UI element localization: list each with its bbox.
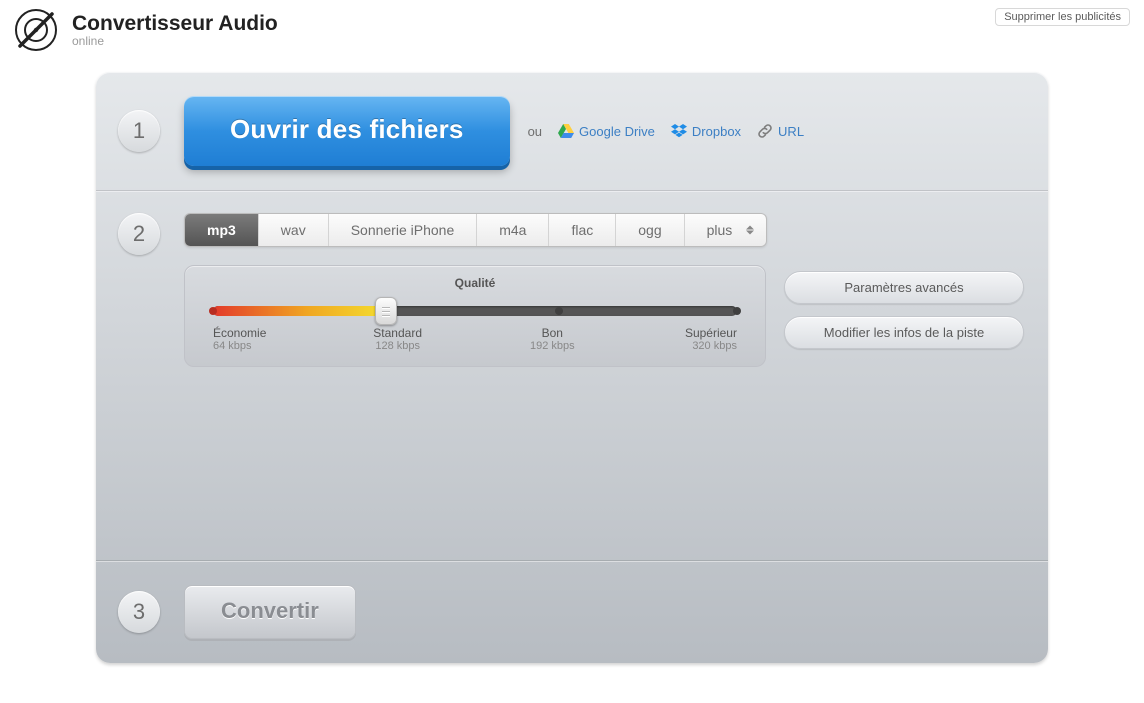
or-label: ou: [528, 124, 542, 139]
link-icon: [757, 123, 773, 139]
quality-rate: 192 kbps: [522, 340, 582, 352]
converter-card: 1 Ouvrir des fichiers ou Google Drive: [96, 72, 1048, 663]
step-number-3: 3: [118, 591, 160, 633]
title-block: Convertisseur Audio online: [72, 12, 278, 48]
quality-name: Bon: [522, 326, 582, 340]
quality-slider[interactable]: [213, 306, 737, 316]
step-2: 2 mp3 wav Sonnerie iPhone m4a flac ogg p…: [96, 190, 1048, 560]
quality-label-superior: Supérieur 320 kbps: [677, 326, 737, 352]
slider-stop-0: [209, 307, 217, 315]
step-number-1: 1: [118, 110, 160, 152]
google-drive-icon: [558, 123, 574, 139]
sort-arrows-icon: [746, 226, 754, 235]
quality-rate: 128 kbps: [368, 340, 428, 352]
url-link[interactable]: URL: [757, 123, 804, 139]
url-label: URL: [778, 124, 804, 139]
google-drive-link[interactable]: Google Drive: [558, 123, 655, 139]
format-tab-more-label: plus: [707, 222, 733, 238]
format-tab-more[interactable]: plus: [685, 214, 767, 246]
app-logo-icon: [14, 8, 58, 52]
convert-button[interactable]: Convertir: [184, 585, 356, 639]
google-drive-label: Google Drive: [579, 124, 655, 139]
format-tab-iphone-ringtone[interactable]: Sonnerie iPhone: [329, 214, 478, 246]
step-3: 3 Convertir: [96, 560, 1048, 663]
edit-track-info-button[interactable]: Modifier les infos de la piste: [784, 316, 1024, 349]
slider-stop-2: [555, 307, 563, 315]
quality-name: Économie: [213, 326, 273, 340]
quality-panel: Qualité Économie 64 kbps: [184, 265, 766, 367]
format-tab-m4a[interactable]: m4a: [477, 214, 549, 246]
header: Convertisseur Audio online Supprimer les…: [0, 0, 1144, 58]
quality-title: Qualité: [213, 276, 737, 290]
quality-rate: 64 kbps: [213, 340, 273, 352]
format-tabs: mp3 wav Sonnerie iPhone m4a flac ogg plu…: [184, 213, 767, 247]
side-buttons: Paramètres avancés Modifier les infos de…: [784, 271, 1024, 367]
quality-name: Standard: [368, 326, 428, 340]
slider-fill: [213, 306, 386, 316]
advanced-settings-button[interactable]: Paramètres avancés: [784, 271, 1024, 304]
quality-labels: Économie 64 kbps Standard 128 kbps Bon 1…: [213, 326, 737, 352]
step-2-content: mp3 wav Sonnerie iPhone m4a flac ogg plu…: [184, 213, 1024, 367]
open-files-button[interactable]: Ouvrir des fichiers: [184, 96, 510, 166]
quality-label-economy: Économie 64 kbps: [213, 326, 273, 352]
quality-row: Qualité Économie 64 kbps: [184, 265, 1024, 367]
dropbox-link[interactable]: Dropbox: [671, 123, 741, 139]
quality-name: Supérieur: [677, 326, 737, 340]
quality-label-standard: Standard 128 kbps: [368, 326, 428, 352]
quality-rate: 320 kbps: [677, 340, 737, 352]
step-number-2: 2: [118, 213, 160, 255]
format-tab-flac[interactable]: flac: [549, 214, 616, 246]
quality-label-good: Bon 192 kbps: [522, 326, 582, 352]
format-tab-mp3[interactable]: mp3: [185, 214, 259, 246]
remove-ads-button[interactable]: Supprimer les publicités: [995, 8, 1130, 26]
app-subtitle: online: [72, 34, 278, 48]
branding: Convertisseur Audio online: [14, 8, 278, 52]
dropbox-label: Dropbox: [692, 124, 741, 139]
slider-stop-3: [733, 307, 741, 315]
step-1: 1 Ouvrir des fichiers ou Google Drive: [96, 72, 1048, 190]
alt-sources: ou Google Drive Dropbox: [528, 123, 805, 139]
app-title: Convertisseur Audio: [72, 12, 278, 36]
format-tab-wav[interactable]: wav: [259, 214, 329, 246]
dropbox-icon: [671, 123, 687, 139]
slider-handle[interactable]: [375, 297, 397, 325]
format-tab-ogg[interactable]: ogg: [616, 214, 684, 246]
